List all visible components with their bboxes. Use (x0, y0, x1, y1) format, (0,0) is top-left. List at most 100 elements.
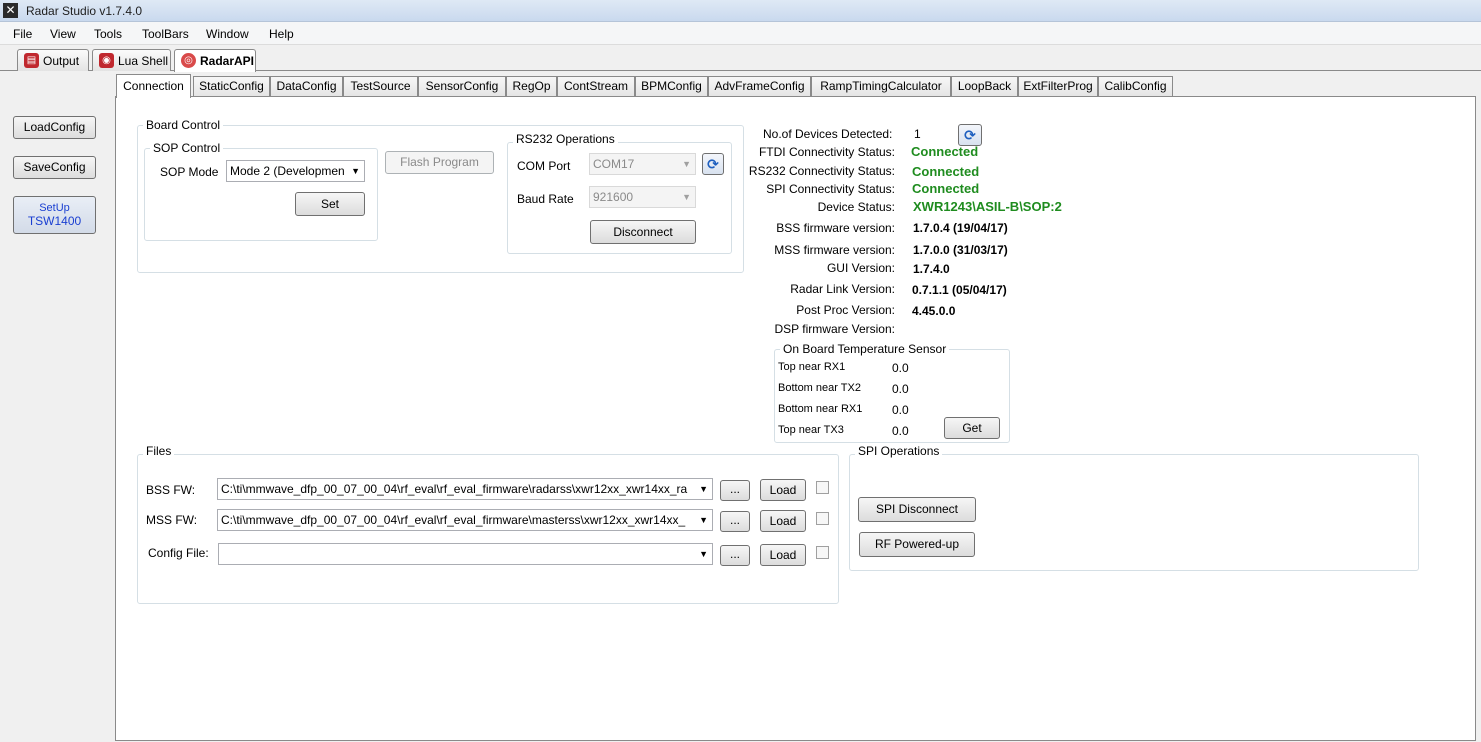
window-title: Radar Studio v1.7.4.0 (26, 4, 143, 18)
sop-mode-label: SOP Mode (160, 165, 219, 179)
bss-fw-load-button[interactable]: Load (760, 479, 806, 501)
radar-api-icon: ◎ (181, 53, 196, 68)
baud-rate-select[interactable]: 921600 ▼ (589, 186, 696, 208)
dsp-fw-version-label: DSP firmware Version: (774, 322, 896, 336)
bss-fw-version-label: BSS firmware version: (776, 221, 895, 235)
temp-label-top-rx1: Top near RX1 (778, 361, 846, 373)
doc-tab-label: RadarAPI (200, 54, 255, 68)
dropdown-arrow-icon: ▼ (696, 510, 708, 530)
tab-test-source[interactable]: TestSource (343, 76, 418, 97)
temp-label-bottom-tx2: Bottom near TX2 (778, 382, 861, 394)
tab-calib-config[interactable]: CalibConfig (1098, 76, 1173, 97)
mss-fw-checkbox[interactable] (816, 512, 829, 525)
tab-cont-stream[interactable]: ContStream (557, 76, 635, 97)
device-status-label: Device Status: (817, 200, 895, 214)
save-config-button[interactable]: SaveConfig (13, 156, 96, 179)
menu-toolbars[interactable]: ToolBars (142, 27, 189, 41)
radar-link-version-value: 0.7.1.1 (05/04/17) (912, 283, 1007, 297)
rs232-operations-title: RS232 Operations (513, 132, 618, 146)
spi-status-value: Connected (912, 181, 980, 196)
menu-bar: File View Tools ToolBars Window Help (0, 22, 1481, 45)
temp-value-top-tx3: 0.0 (892, 424, 909, 438)
sop-control-title: SOP Control (150, 141, 224, 155)
mss-fw-load-button[interactable]: Load (760, 510, 806, 532)
ftdi-status-value: Connected (911, 144, 979, 159)
gui-version-label: GUI Version: (826, 261, 895, 275)
mss-fw-path-input[interactable]: C:\ti\mmwave_dfp_00_07_00_04\rf_eval\rf_… (217, 509, 713, 531)
config-tab-strip: Connection StaticConfig DataConfig TestS… (116, 74, 1476, 98)
doc-tab-label: Output (43, 54, 80, 68)
tab-loop-back[interactable]: LoopBack (951, 76, 1018, 97)
bss-fw-path-value: C:\ti\mmwave_dfp_00_07_00_04\rf_eval\rf_… (221, 482, 688, 496)
ftdi-status-label: FTDI Connectivity Status: (758, 145, 895, 159)
config-file-path-input[interactable]: ▼ (218, 543, 713, 565)
menu-help[interactable]: Help (269, 27, 294, 41)
config-file-browse-button[interactable]: ... (720, 545, 750, 566)
bss-fw-path-input[interactable]: C:\ti\mmwave_dfp_00_07_00_04\rf_eval\rf_… (217, 478, 713, 500)
setup-tsw1400-button[interactable]: SetUp TSW1400 (13, 196, 96, 234)
tab-adv-frame-config[interactable]: AdvFrameConfig (708, 76, 811, 97)
baud-rate-label: Baud Rate (517, 192, 574, 206)
spi-status-label: SPI Connectivity Status: (766, 182, 895, 196)
connection-panel: Board Control SOP Control SOP Mode Mode … (115, 96, 1476, 741)
tab-static-config[interactable]: StaticConfig (193, 76, 270, 97)
output-icon: ▤ (24, 53, 39, 68)
sop-mode-value: Mode 2 (Developmen (230, 164, 345, 178)
temp-value-top-rx1: 0.0 (892, 361, 909, 375)
board-control-title: Board Control (143, 118, 224, 132)
temp-value-bottom-tx2: 0.0 (892, 382, 909, 396)
menu-file[interactable]: File (13, 27, 32, 41)
document-tab-strip: ▤ Output ◉ Lua Shell ◎ RadarAPI (0, 45, 1481, 72)
rf-powered-up-button[interactable]: RF Powered-up (859, 532, 975, 557)
dropdown-arrow-icon: ▼ (351, 166, 360, 176)
tab-connection[interactable]: Connection (116, 74, 191, 98)
lua-shell-icon: ◉ (99, 53, 114, 68)
doc-tab-label: Lua Shell (118, 54, 169, 68)
rs232-status-label: RS232 Connectivity Status: (748, 164, 895, 178)
doc-tab-radar-api[interactable]: ◎ RadarAPI (174, 49, 256, 72)
menu-view[interactable]: View (50, 27, 76, 41)
tab-bpm-config[interactable]: BPMConfig (635, 76, 708, 97)
device-status-value: XWR1243\ASIL-B\SOP:2 (913, 199, 1062, 214)
setup-line2: TSW1400 (27, 214, 82, 228)
temperature-get-button[interactable]: Get (944, 417, 1000, 439)
bss-fw-label: BSS FW: (146, 483, 196, 497)
title-bar: ✕ Radar Studio v1.7.4.0 (0, 0, 1481, 22)
com-port-refresh-icon[interactable]: ⟳ (702, 153, 724, 175)
tab-ext-filter-prog[interactable]: ExtFilterProg (1018, 76, 1098, 97)
config-file-label: Config File: (148, 546, 209, 560)
spi-disconnect-button[interactable]: SPI Disconnect (858, 497, 976, 522)
config-file-load-button[interactable]: Load (760, 544, 806, 566)
tab-data-config[interactable]: DataConfig (270, 76, 343, 97)
gui-version-value: 1.7.4.0 (913, 262, 950, 276)
sop-mode-select[interactable]: Mode 2 (Developmen ▼ (226, 160, 365, 182)
bss-fw-version-value: 1.7.0.4 (19/04/17) (913, 221, 1008, 235)
dropdown-arrow-icon: ▼ (696, 479, 708, 499)
menu-window[interactable]: Window (206, 27, 249, 41)
post-proc-version-label: Post Proc Version: (796, 303, 895, 317)
baud-rate-value: 921600 (593, 190, 634, 204)
mss-fw-browse-button[interactable]: ... (720, 511, 750, 532)
menu-tools[interactable]: Tools (94, 27, 122, 41)
temp-label-bottom-rx1: Bottom near RX1 (778, 403, 863, 415)
tab-reg-op[interactable]: RegOp (506, 76, 557, 97)
device-refresh-icon[interactable]: ⟳ (958, 124, 982, 146)
bss-fw-checkbox[interactable] (816, 481, 829, 494)
temp-label-top-tx3: Top near TX3 (778, 424, 844, 436)
post-proc-version-value: 4.45.0.0 (912, 304, 956, 318)
load-config-button[interactable]: LoadConfig (13, 116, 96, 139)
config-file-checkbox[interactable] (816, 546, 829, 559)
dropdown-arrow-icon: ▼ (682, 192, 691, 202)
sop-set-button[interactable]: Set (295, 192, 365, 216)
tab-sensor-config[interactable]: SensorConfig (418, 76, 506, 97)
temperature-sensor-title: On Board Temperature Sensor (780, 342, 950, 356)
bss-fw-browse-button[interactable]: ... (720, 480, 750, 501)
flash-program-button[interactable]: Flash Program (385, 151, 494, 174)
radar-link-version-label: Radar Link Version: (790, 282, 895, 296)
devices-detected-label: No.of Devices Detected: (763, 127, 893, 141)
tab-ramp-timing-calculator[interactable]: RampTimingCalculator (811, 76, 951, 97)
doc-tab-lua-shell[interactable]: ◉ Lua Shell (92, 49, 171, 71)
com-port-select[interactable]: COM17 ▼ (589, 153, 696, 175)
doc-tab-output[interactable]: ▤ Output (17, 49, 89, 71)
disconnect-button[interactable]: Disconnect (590, 220, 696, 244)
